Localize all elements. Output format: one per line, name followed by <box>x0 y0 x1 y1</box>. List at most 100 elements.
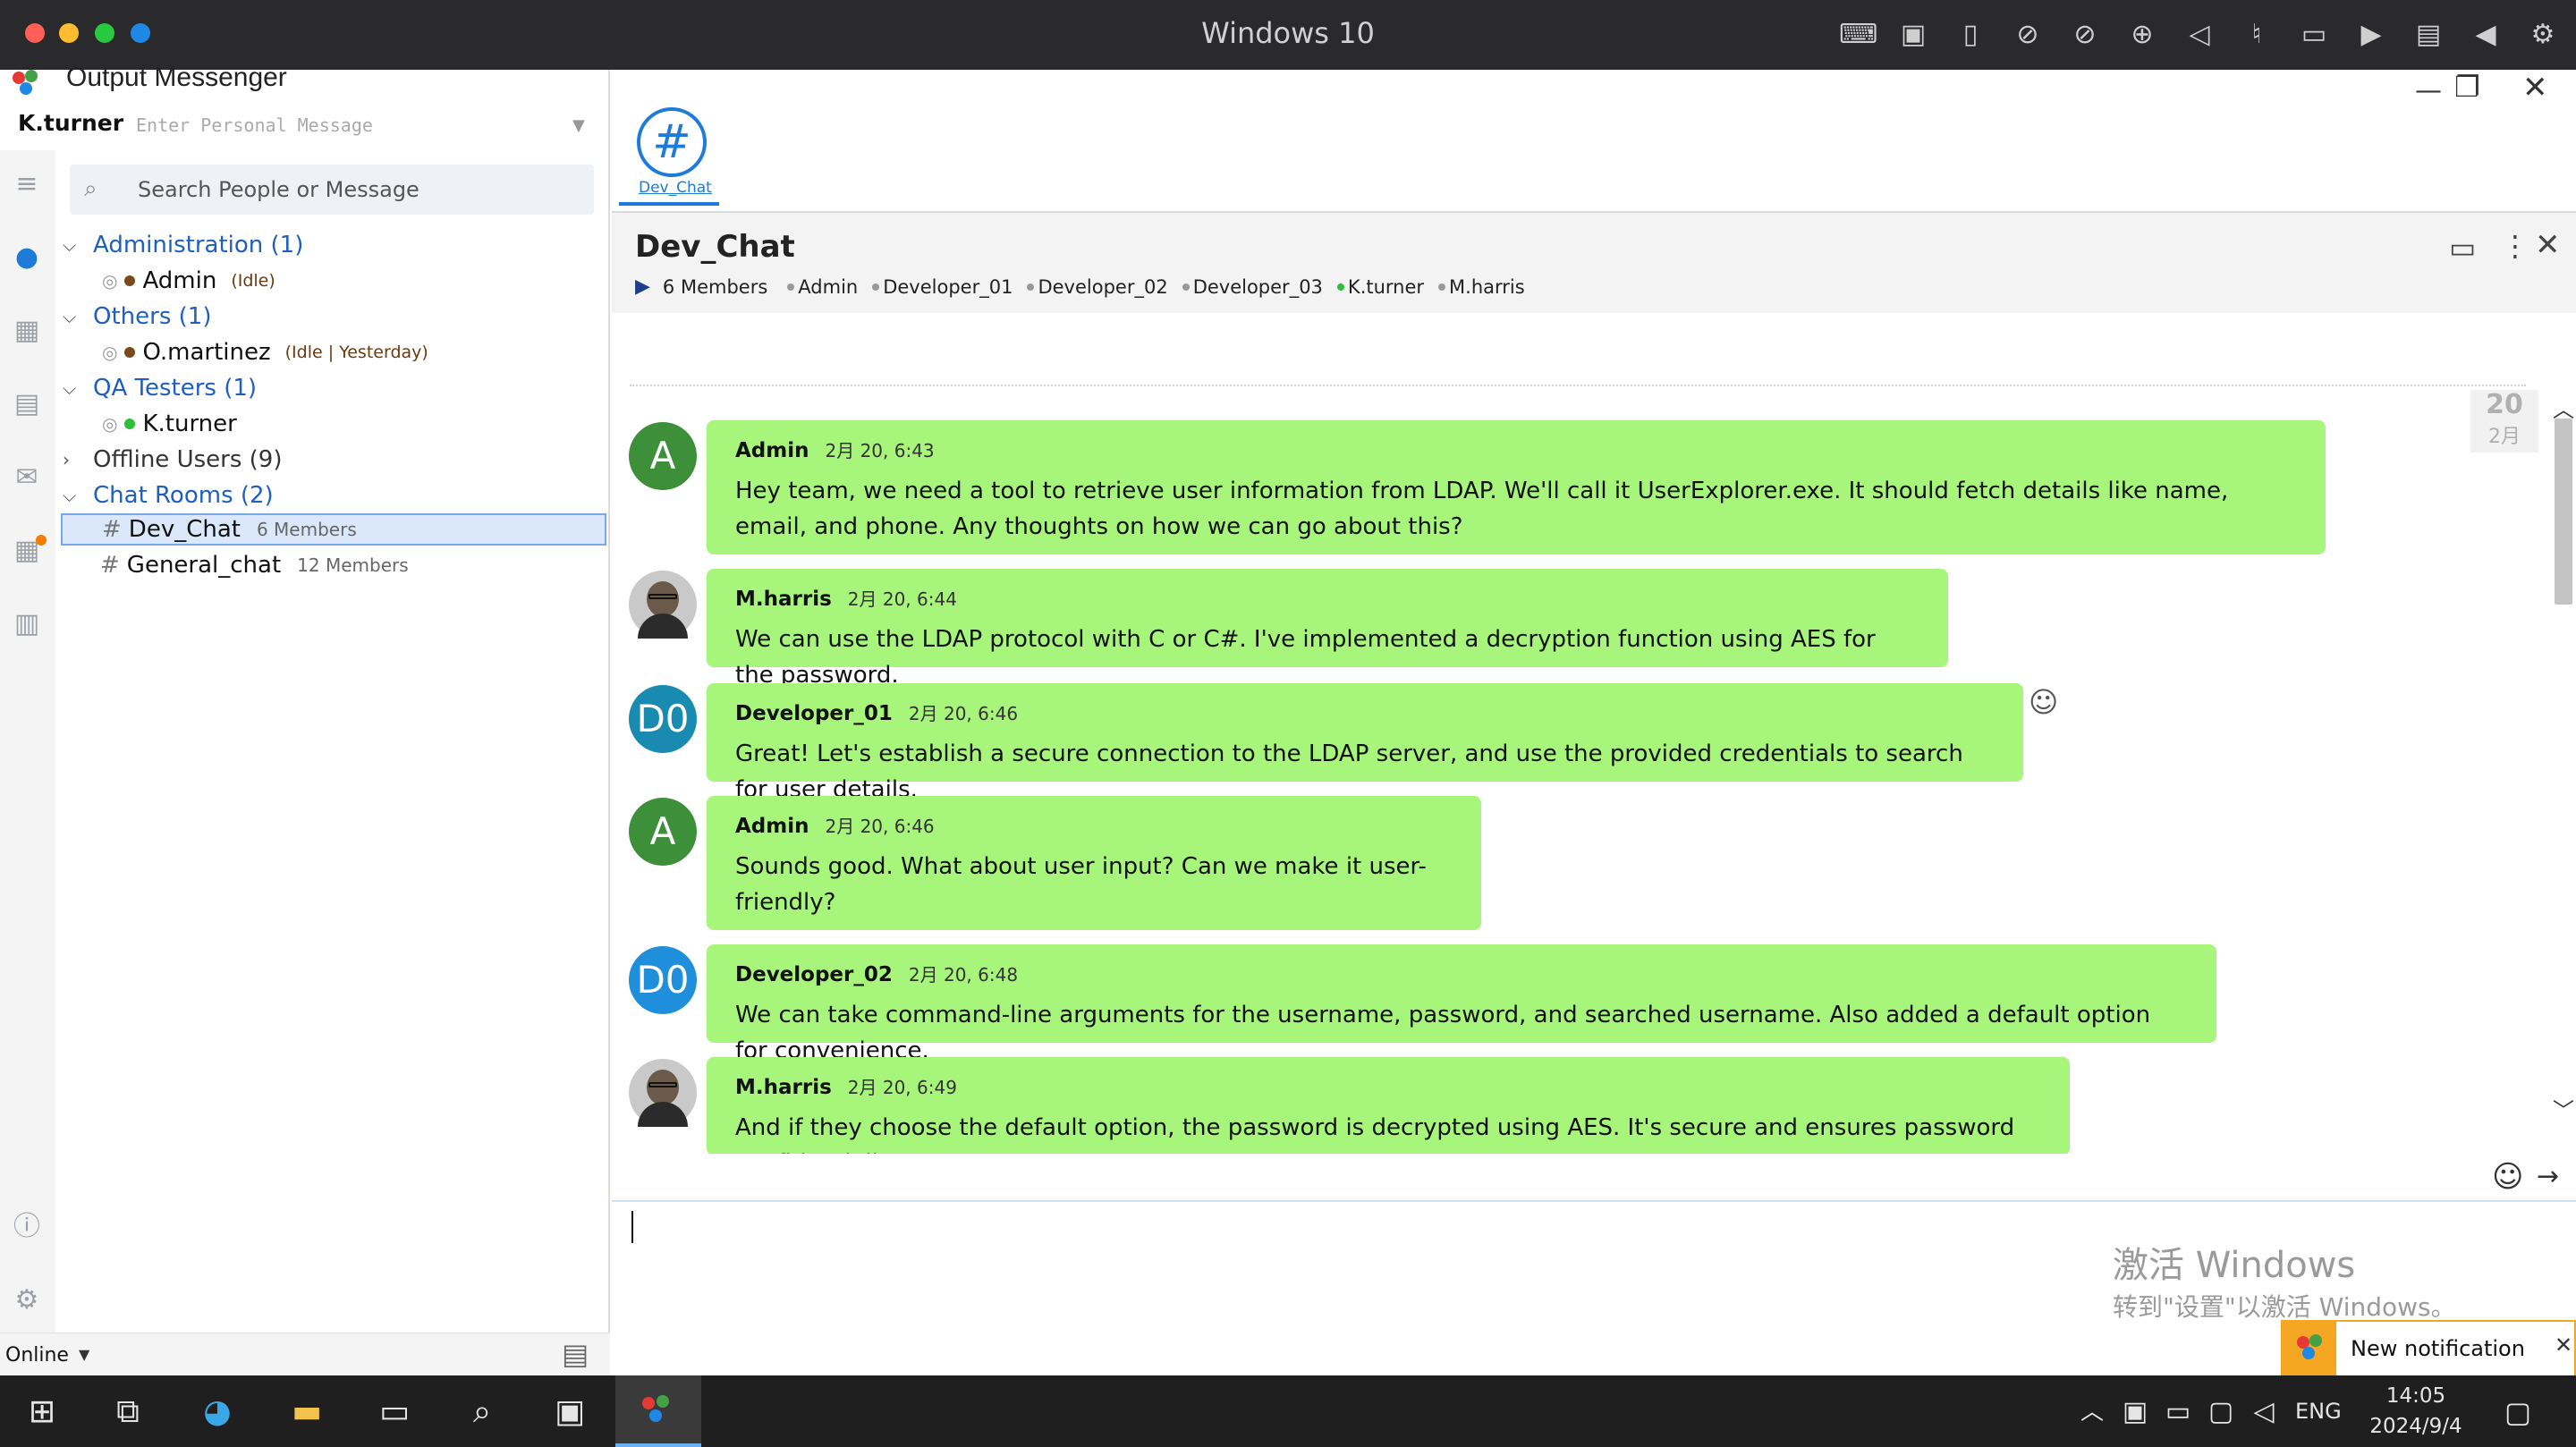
avatar[interactable]: D0 <box>629 685 697 753</box>
chevron-down-icon[interactable]: ▼ <box>572 116 585 135</box>
message-bubble[interactable]: Developer_01 2月 20, 6:46 Great! Let's esta… <box>707 683 2023 803</box>
chevron-down-icon[interactable]: ⌵ <box>63 306 80 327</box>
calendar-icon[interactable]: ▦ <box>9 313 45 349</box>
group-header[interactable]: ⌵ Administration (1) <box>63 227 303 263</box>
menu-icon[interactable]: ≡ <box>9 166 45 202</box>
windows-start-icon[interactable]: ⊞ <box>20 1390 64 1434</box>
member-chip[interactable]: Developer_02 <box>1027 276 1168 298</box>
chat-room-row[interactable]: # General_chat 12 Members <box>61 549 606 581</box>
globe-icon[interactable]: ⊕ <box>2125 18 2159 52</box>
contact-row[interactable]: ◎ Admin (Idle) <box>102 263 275 299</box>
emoji-icon[interactable]: ☺ <box>2492 1159 2523 1195</box>
cpu-icon[interactable]: ▣ <box>1896 18 1930 52</box>
avatar-status-icon: ◎ <box>102 413 118 435</box>
message-composer[interactable]: 激活 Windows 转到"设置"以激活 Windows。 New notifi… <box>612 1200 2576 1377</box>
user-photo-avatar[interactable] <box>629 571 697 639</box>
mouse-off-icon[interactable]: ⊘ <box>2011 18 2045 52</box>
member-chip[interactable]: Developer_01 <box>872 276 1013 298</box>
avatar[interactable]: A <box>629 798 697 866</box>
status-selector[interactable]: Online <box>5 1344 69 1367</box>
calculator-icon[interactable]: ▤ <box>562 1337 589 1371</box>
avatar[interactable]: D0 <box>629 946 697 1014</box>
remote-desktop-icon[interactable]: ▣ <box>547 1390 592 1434</box>
mic-off-icon[interactable]: ♮ <box>2240 18 2274 52</box>
expand-members-icon[interactable]: ▶ <box>635 275 650 298</box>
scrollbar[interactable]: ︿ ﹀ <box>2551 392 2574 1154</box>
contact-name: K.turner <box>142 410 237 437</box>
personal-message-input[interactable]: Enter Personal Message <box>136 114 373 136</box>
video-off-icon[interactable]: ▶ <box>2354 18 2388 52</box>
message-list[interactable]: 20 2月 A Admin 2月 20, 6:43 Hey team, we need… <box>612 313 2576 1154</box>
close-chat-icon[interactable]: ✕ <box>2535 227 2561 263</box>
notes-icon[interactable]: ▤ <box>9 386 45 422</box>
chevron-down-icon[interactable]: ⌵ <box>63 377 80 399</box>
speaker-icon[interactable]: ◁ <box>2182 18 2216 52</box>
tray-language[interactable]: ENG <box>2295 1399 2342 1424</box>
tray-battery-icon[interactable]: ▭ <box>2156 1390 2200 1434</box>
drive-icon[interactable]: ▭ <box>2449 231 2476 265</box>
drive-icon[interactable]: ▭ <box>2297 18 2331 52</box>
tray-clock[interactable]: 14:05 2024/9/4 <box>2367 1381 2465 1442</box>
tab-dev-chat[interactable]: # Dev_Chat <box>619 107 719 206</box>
group-header[interactable]: ⌵ QA Testers (1) <box>63 370 257 406</box>
group-label: QA Testers (1) <box>93 375 258 402</box>
avatar[interactable]: A <box>629 422 697 490</box>
chat-room-row[interactable]: # Dev_Chat 6 Members <box>61 513 606 546</box>
reaction-icon[interactable]: ☺ <box>2029 685 2058 719</box>
contacts-icon[interactable]: ● <box>9 240 45 275</box>
chevron-down-icon[interactable]: ⌵ <box>63 485 80 506</box>
members-count[interactable]: 6 Members <box>663 276 767 298</box>
chevron-down-icon[interactable]: ⌵ <box>63 234 80 256</box>
network-tool-icon[interactable]: ⌕ <box>460 1390 504 1434</box>
info-icon[interactable]: ⓘ <box>9 1209 45 1245</box>
member-chip[interactable]: M.harris <box>1438 276 1525 298</box>
member-chip[interactable]: K.turner <box>1336 276 1424 298</box>
reports-icon[interactable]: ▥ <box>9 606 45 642</box>
group-header[interactable]: › Offline Users (9) <box>63 442 282 478</box>
gear-icon[interactable]: ⚙ <box>2526 18 2560 52</box>
member-chip[interactable]: Developer_03 <box>1182 276 1323 298</box>
messenger-taskbar-button[interactable] <box>615 1375 701 1447</box>
tray-volume-icon[interactable]: ◁ <box>2241 1390 2286 1434</box>
tray-monitor-icon[interactable]: ▢ <box>2199 1390 2243 1434</box>
usb-icon[interactable]: ▯ <box>1953 18 1987 52</box>
mail-icon[interactable]: ✉ <box>9 460 45 495</box>
group-header[interactable]: ⌵ Others (1) <box>63 299 211 334</box>
user-photo-avatar[interactable] <box>629 1059 697 1127</box>
contact-row[interactable]: ◎ K.turner <box>102 406 251 442</box>
search-box[interactable]: ⌕ Search People or Message <box>70 165 594 215</box>
message-bubble[interactable]: Developer_02 2月 20, 6:48 We can take comma… <box>707 944 2216 1064</box>
task-view-icon[interactable]: ⧉ <box>106 1390 150 1434</box>
close-notification-icon[interactable]: ✕ <box>2555 1333 2572 1358</box>
settings-icon[interactable]: ⚙ <box>9 1282 45 1318</box>
folder-share-icon[interactable]: ▤ <box>2411 18 2445 52</box>
contact-row[interactable]: ◎ O.martinez (Idle | Yesterday) <box>102 334 428 370</box>
minimize-button[interactable]: — <box>2415 75 2442 106</box>
search-input[interactable]: Search People or Message <box>138 177 419 202</box>
chevron-down-icon[interactable]: ▼ <box>79 1346 89 1363</box>
edge-icon[interactable]: ◕ <box>195 1390 240 1434</box>
action-center-icon[interactable]: ▢ <box>2496 1390 2540 1434</box>
message-bubble[interactable]: M.harris 2月 20, 6:44 We can use the LDAP p… <box>707 569 1948 689</box>
notification-toast[interactable]: New notification ✕ <box>2281 1320 2576 1377</box>
restore-button[interactable]: ❐ <box>2454 70 2480 104</box>
send-icon[interactable]: → <box>2537 1161 2559 1192</box>
scroll-down-icon[interactable]: ﹀ <box>2553 1093 2574 1124</box>
back-icon[interactable]: ◀ <box>2469 18 2503 52</box>
contact-name: O.martinez <box>142 339 271 366</box>
file-explorer-icon[interactable]: ▬ <box>284 1390 329 1434</box>
tray-expand-icon[interactable]: ︿ <box>2070 1390 2114 1434</box>
camera-off-icon[interactable]: ⊘ <box>2068 18 2102 52</box>
terminal-icon[interactable]: ▭ <box>372 1390 417 1434</box>
group-header[interactable]: ⌵ Chat Rooms (2) <box>63 478 274 513</box>
close-window-button[interactable]: ✕ <box>2522 70 2548 106</box>
tray-network-alert-icon[interactable]: ▣ <box>2113 1390 2157 1434</box>
member-chip[interactable]: Admin <box>787 276 858 298</box>
keyboard-icon[interactable]: ⌨ <box>1839 18 1877 52</box>
message-bubble[interactable]: M.harris 2月 20, 6:49 And if they choose th… <box>707 1057 2070 1154</box>
message-bubble[interactable]: Admin 2月 20, 6:46 Sounds good. What about … <box>707 796 1481 930</box>
scroll-thumb[interactable] <box>2555 419 2572 605</box>
more-options-icon[interactable]: ⋮ <box>2501 229 2529 263</box>
message-bubble[interactable]: Admin 2月 20, 6:43 Hey team, we need a tool… <box>707 420 2326 554</box>
chevron-right-icon[interactable]: › <box>63 449 80 470</box>
